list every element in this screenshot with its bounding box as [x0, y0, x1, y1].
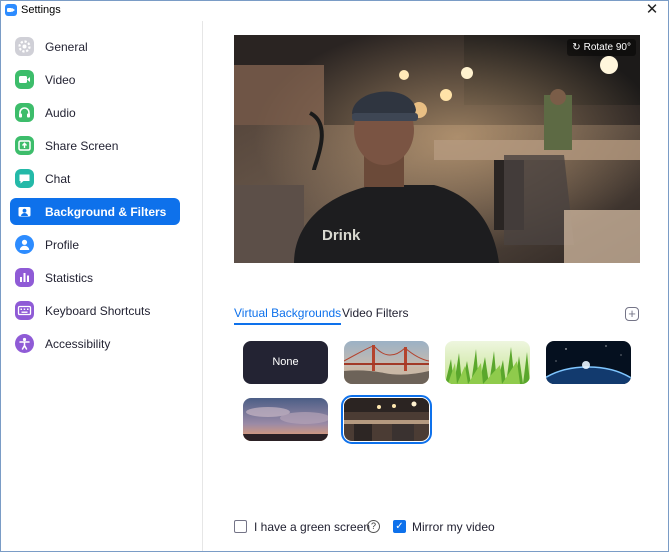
background-none[interactable]: None — [243, 341, 328, 384]
earth-thumbnail — [546, 341, 631, 384]
background-earth-from-space[interactable] — [546, 341, 631, 384]
profile-icon — [15, 235, 34, 254]
settings-window: Settings ✕ General Video Audio Share Scr… — [0, 0, 669, 552]
background-cafe[interactable] — [341, 395, 432, 444]
sidebar-item-keyboard-shortcuts[interactable]: Keyboard Shortcuts — [10, 297, 180, 324]
sidebar-item-label: Accessibility — [45, 337, 111, 351]
sidebar-item-profile[interactable]: Profile — [10, 231, 180, 258]
background-filters-panel: Drink ↻ Rotate 90° Virtual Backgrounds Vi… — [204, 21, 669, 552]
zoom-app-icon — [5, 4, 17, 16]
chat-bubble-icon — [15, 169, 34, 188]
background-portrait-icon — [15, 202, 34, 221]
background-grass[interactable] — [445, 341, 530, 384]
background-golden-gate-bridge[interactable] — [344, 341, 429, 384]
sidebar-item-audio[interactable]: Audio — [10, 99, 180, 126]
sidebar-item-label: Background & Filters — [45, 205, 167, 219]
add-background-button[interactable]: + — [625, 307, 639, 321]
camera-preview-image: Drink — [234, 35, 640, 263]
sidebar-item-label: Statistics — [45, 271, 94, 285]
sunset-thumbnail — [243, 398, 328, 441]
background-sunset-clouds[interactable] — [243, 398, 328, 441]
mirror-video-label: Mirror my video — [412, 520, 495, 534]
keyboard-icon — [15, 301, 34, 320]
grass-thumbnail — [445, 341, 530, 384]
video-camera-icon — [15, 70, 34, 89]
cafe-thumbnail — [344, 398, 429, 441]
sidebar-item-general[interactable]: General — [10, 33, 180, 60]
green-screen-checkbox[interactable] — [234, 520, 247, 533]
sidebar-item-background-filters[interactable]: Background & Filters — [10, 198, 180, 225]
sidebar-item-label: Profile — [45, 238, 80, 252]
title-bar: Settings ✕ — [1, 1, 668, 21]
share-screen-icon — [15, 136, 34, 155]
sidebar-item-accessibility[interactable]: Accessibility — [10, 330, 180, 357]
window-title: Settings — [21, 4, 61, 16]
golden-gate-thumbnail — [344, 341, 429, 384]
help-icon[interactable]: ? — [367, 520, 380, 533]
shirt-print: Drink — [322, 227, 361, 244]
sidebar-item-label: Share Screen — [45, 139, 119, 153]
sidebar-item-label: General — [45, 40, 88, 54]
green-screen-label: I have a green screen — [254, 520, 371, 534]
tab-virtual-backgrounds[interactable]: Virtual Backgrounds — [234, 306, 342, 325]
close-button[interactable]: ✕ — [644, 1, 660, 19]
rotate-button[interactable]: ↻ Rotate 90° — [567, 39, 636, 56]
mirror-video-checkbox[interactable]: ✓ — [393, 520, 406, 533]
rotate-label: Rotate 90° — [583, 42, 631, 53]
sidebar-item-video[interactable]: Video — [10, 66, 180, 93]
settings-sidebar: General Video Audio Share Screen Chat Ba… — [2, 21, 203, 551]
rotate-icon: ↻ — [572, 42, 581, 53]
sidebar-item-statistics[interactable]: Statistics — [10, 264, 180, 291]
sidebar-item-chat[interactable]: Chat — [10, 165, 180, 192]
sidebar-item-label: Keyboard Shortcuts — [45, 304, 151, 318]
statistics-icon — [15, 268, 34, 287]
accessibility-icon — [15, 334, 34, 353]
sidebar-item-label: Audio — [45, 106, 76, 120]
gear-icon — [15, 37, 34, 56]
tab-video-filters[interactable]: Video Filters — [342, 306, 408, 325]
sidebar-item-label: Chat — [45, 172, 71, 186]
sidebar-item-label: Video — [45, 73, 76, 87]
sidebar-item-share-screen[interactable]: Share Screen — [10, 132, 180, 159]
headphones-icon — [15, 103, 34, 122]
camera-preview: Drink ↻ Rotate 90° — [234, 35, 640, 263]
plus-icon: + — [628, 306, 636, 321]
